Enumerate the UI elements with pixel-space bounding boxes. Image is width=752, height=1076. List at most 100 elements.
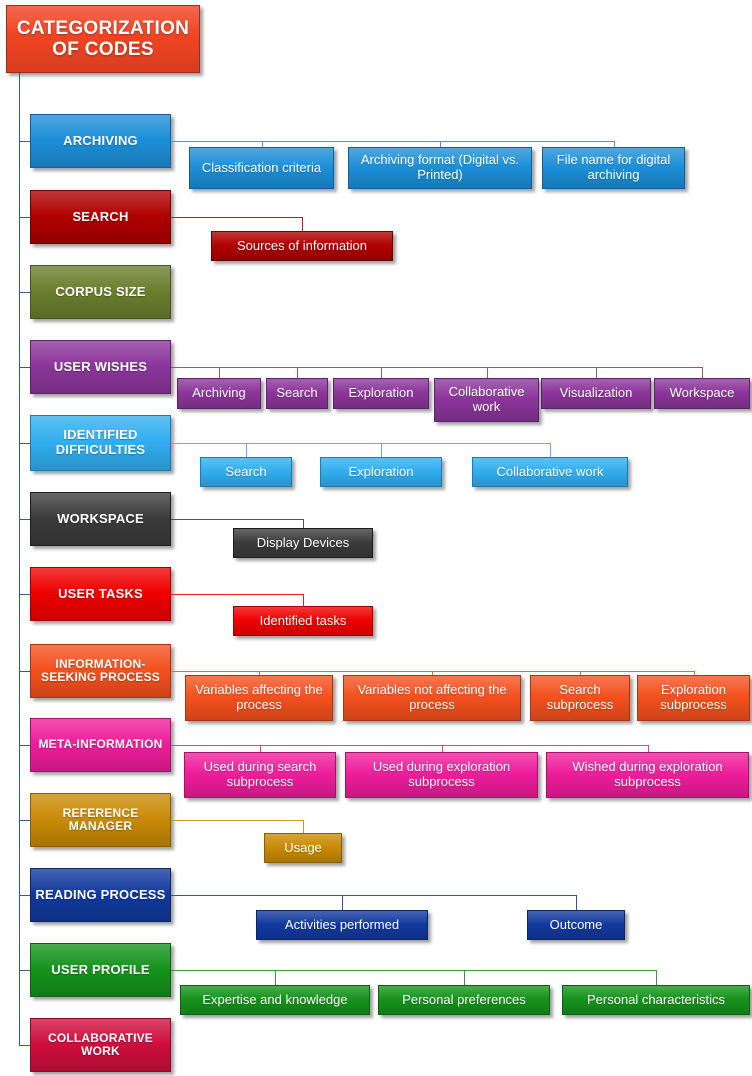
subcategory-reference-manager-usage-label: Usage [284,839,322,855]
subcategory-meta-information-wished-during-exploration-subprocess[interactable]: Wished during exploration subprocess [546,752,749,798]
subcategory-user-wishes-exploration[interactable]: Exploration [333,378,429,409]
subcategory-reading-process-activities-performed[interactable]: Activities performed [256,910,428,940]
branch-drop-user-profile-2 [656,970,657,985]
subcategory-user-wishes-workspace[interactable]: Workspace [654,378,750,409]
category-user-tasks[interactable]: USER TASKS [30,567,171,621]
branch-bus-reference-manager [171,820,303,821]
subcategory-user-tasks-identified-tasks[interactable]: Identified tasks [233,606,373,636]
category-archiving-label: ARCHIVING [63,132,138,148]
main-spine [19,73,20,1045]
subcategory-archiving-classification-criteria[interactable]: Classification criteria [189,147,334,189]
spine-stub-user-wishes [19,367,30,368]
subcategory-information-seeking-process-search-subprocess-label: Search subprocess [546,682,614,712]
category-identified-difficulties[interactable]: IDENTIFIED DIFFICULTIES [30,415,171,471]
subcategory-identified-difficulties-exploration[interactable]: Exploration [320,457,442,487]
category-reading-process[interactable]: READING PROCESS [30,868,171,922]
subcategory-user-wishes-collaborative-work[interactable]: Collaborative work [434,378,539,422]
subcategory-reading-process-outcome[interactable]: Outcome [527,910,625,940]
subcategory-user-profile-personal-preferences[interactable]: Personal preferences [378,985,550,1015]
spine-stub-identified-difficulties [19,443,30,444]
branch-drop-user-wishes-3 [487,367,488,378]
spine-stub-archiving [19,141,30,142]
category-user-wishes[interactable]: USER WISHES [30,340,171,394]
spine-stub-user-tasks [19,594,30,595]
subcategory-user-profile-expertise-and-knowledge[interactable]: Expertise and knowledge [180,985,370,1015]
subcategory-information-seeking-process-variables-not-affecting-the-process-label: Variables not affecting the process [357,682,507,712]
subcategory-user-wishes-search[interactable]: Search [266,378,328,409]
category-reading-process-label: READING PROCESS [35,886,166,902]
subcategory-user-profile-personal-characteristics[interactable]: Personal characteristics [562,985,750,1015]
spine-stub-corpus-size [19,292,30,293]
spine-stub-search [19,217,30,218]
category-reference-manager[interactable]: REFERENCE MANAGER [30,793,171,847]
subcategory-information-seeking-process-variables-not-affecting-the-process[interactable]: Variables not affecting the process [343,675,521,721]
branch-drop-reference-manager-0 [303,820,304,833]
subcategory-user-wishes-visualization[interactable]: Visualization [541,378,651,409]
branch-drop-user-wishes-5 [702,367,703,378]
branch-drop-meta-information-1 [442,745,443,752]
subcategory-workspace-display-devices[interactable]: Display Devices [233,528,373,558]
branch-bus-workspace [171,519,303,520]
spine-stub-information-seeking-process [19,671,30,672]
subcategory-user-wishes-archiving-label: Archiving [192,385,246,401]
branch-drop-reading-process-1 [576,895,577,910]
subcategory-identified-difficulties-collaborative-work[interactable]: Collaborative work [472,457,628,487]
category-user-wishes-label: USER WISHES [53,358,148,374]
diagram-title-line: CATEGORIZATION [16,17,190,39]
spine-stub-reference-manager [19,820,30,821]
diagram-title-line: OF CODES [52,39,154,60]
category-collaborative-work[interactable]: COLLABORATIVE WORK [30,1018,171,1072]
subcategory-user-wishes-visualization-label: Visualization [559,385,633,401]
subcategory-search-sources-of-information[interactable]: Sources of information [211,231,393,261]
subcategory-meta-information-used-during-exploration-subprocess[interactable]: Used during exploration subprocess [345,752,538,798]
branch-bus-search [171,217,302,218]
subcategory-archiving-file-name-for-digital-archiving-label: File name for digital archiving [556,152,671,182]
branch-drop-identified-difficulties-1 [381,443,382,457]
branch-drop-user-wishes-4 [596,367,597,378]
category-information-seeking-process[interactable]: INFORMATION-SEEKING PROCESS [30,644,171,698]
branch-drop-user-profile-1 [464,970,465,985]
subcategory-information-seeking-process-variables-affecting-the-process[interactable]: Variables affecting the process [185,675,333,721]
subcategory-archiving-classification-criteria-label: Classification criteria [201,159,322,175]
spine-stub-workspace [19,519,30,520]
diagram-title-text: CATEGORIZATION OF CODES [17,18,189,61]
subcategory-archiving-file-name-for-digital-archiving[interactable]: File name for digital archiving [542,147,685,189]
subcategory-archiving-archiving-format-digital-vs-printed[interactable]: Archiving format (Digital vs. Printed) [348,147,532,189]
subcategory-reading-process-activities-performed-label: Activities performed [284,916,400,932]
subcategory-user-profile-personal-characteristics-label: Personal characteristics [587,991,725,1007]
subcategory-workspace-display-devices-label: Display Devices [256,534,350,550]
branch-drop-user-tasks-0 [303,594,304,606]
category-corpus-size-label: CORPUS SIZE [55,283,146,299]
category-information-seeking-process-label: INFORMATION-SEEKING PROCESS [40,656,161,684]
subcategory-reference-manager-usage[interactable]: Usage [264,833,342,863]
branch-drop-user-wishes-1 [297,367,298,378]
branch-bus-identified-difficulties [171,443,550,444]
category-user-profile-label: USER PROFILE [51,961,150,977]
subcategory-identified-difficulties-search-label: Search [225,463,267,479]
subcategory-information-seeking-process-exploration-subprocess-label: Exploration subprocess [660,682,727,712]
subcategory-information-seeking-process-variables-affecting-the-process-label: Variables affecting the process [195,682,323,712]
category-search[interactable]: SEARCH [30,190,171,244]
spine-stub-reading-process [19,895,30,896]
subcategory-meta-information-wished-during-exploration-subprocess-label: Wished during exploration subprocess [572,759,723,789]
category-workspace[interactable]: WORKSPACE [30,492,171,546]
branch-drop-user-wishes-2 [381,367,382,378]
branch-drop-user-wishes-0 [219,367,220,378]
category-user-tasks-label: USER TASKS [58,585,143,601]
subcategory-user-profile-personal-preferences-label: Personal preferences [402,991,526,1007]
subcategory-user-wishes-archiving[interactable]: Archiving [177,378,261,409]
diagram-title[interactable]: CATEGORIZATION OF CODES [6,5,200,73]
subcategory-user-wishes-exploration-label: Exploration [348,385,414,401]
spine-stub-user-profile [19,970,30,971]
subcategory-information-seeking-process-search-subprocess[interactable]: Search subprocess [530,675,630,721]
diagram-canvas: CATEGORIZATION OF CODES ARCHIVING Classific… [0,0,752,1076]
branch-drop-user-profile-0 [275,970,276,985]
subcategory-meta-information-used-during-search-subprocess[interactable]: Used during search subprocess [184,752,336,798]
subcategory-identified-difficulties-search[interactable]: Search [200,457,292,487]
category-user-profile[interactable]: USER PROFILE [30,943,171,997]
category-meta-information[interactable]: META-INFORMATION [30,718,171,772]
subcategory-information-seeking-process-exploration-subprocess[interactable]: Exploration subprocess [637,675,750,721]
category-corpus-size[interactable]: CORPUS SIZE [30,265,171,319]
category-archiving[interactable]: ARCHIVING [30,114,171,168]
subcategory-archiving-archiving-format-digital-vs-printed-label: Archiving format (Digital vs. Printed) [360,152,520,182]
